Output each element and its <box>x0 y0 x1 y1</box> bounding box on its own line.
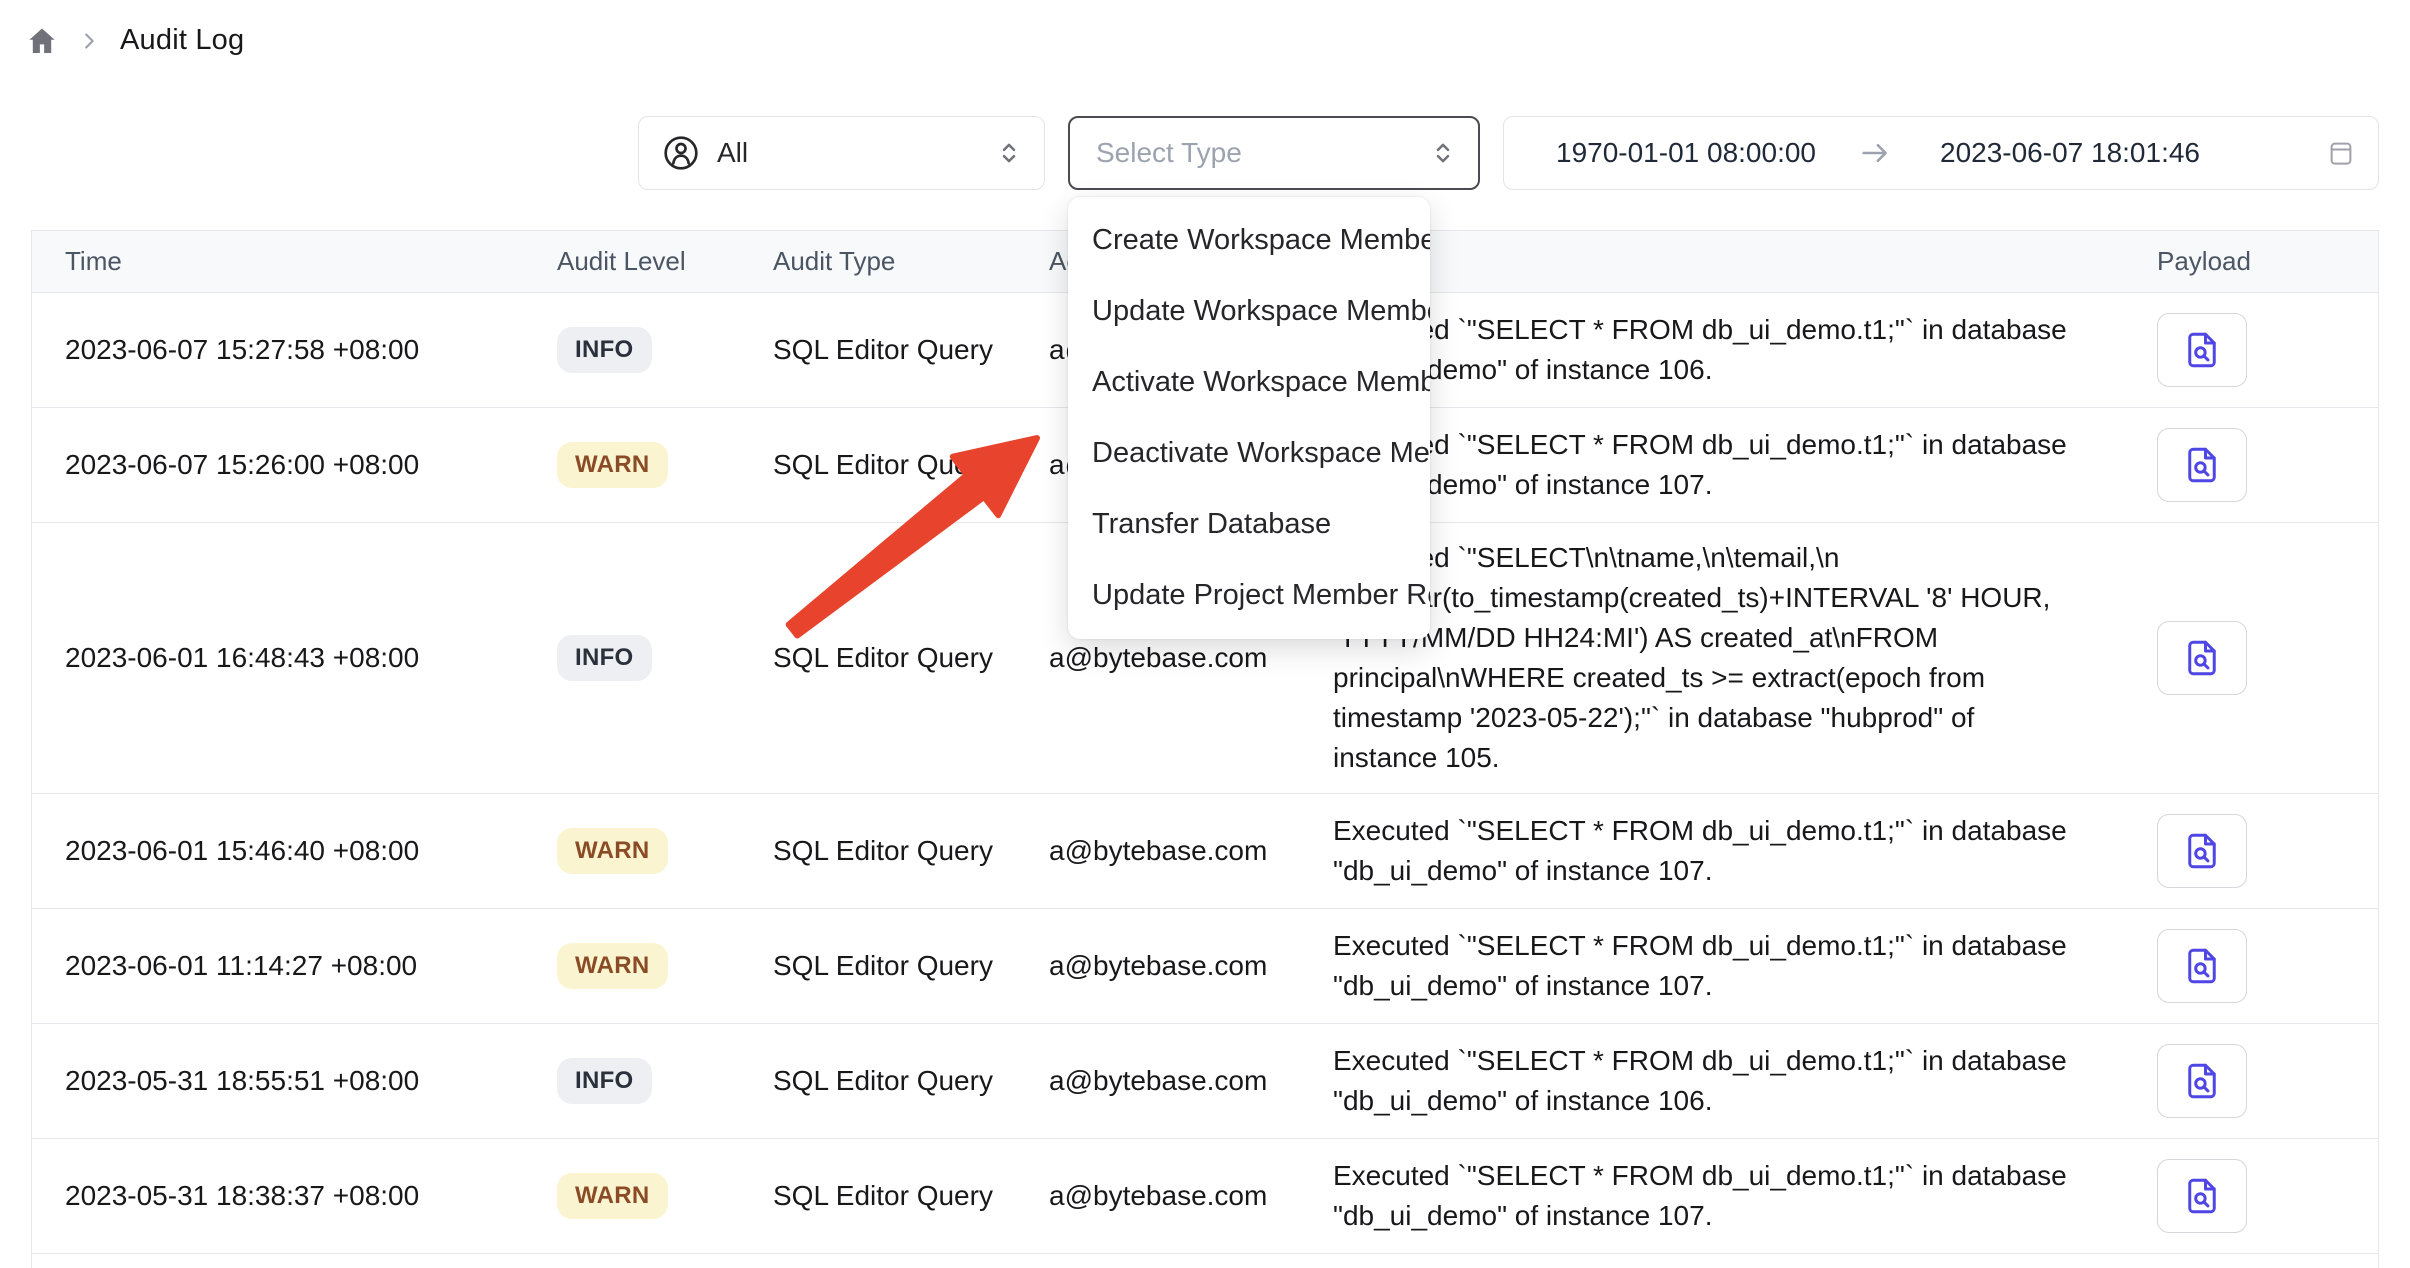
person-circle-icon <box>661 133 701 173</box>
file-search-icon <box>2181 1060 2223 1102</box>
cell-audit-level: WARN <box>541 442 763 488</box>
dropdown-option[interactable]: Transfer Database <box>1068 489 1430 560</box>
file-search-icon <box>2181 830 2223 872</box>
file-search-icon <box>2181 444 2223 486</box>
calendar-icon <box>2326 138 2356 168</box>
table-row: 2023-05-31 18:38:37 +08:00 WARN SQL Edit… <box>32 1139 2378 1254</box>
cell-comment: Executed `"SELECT * FROM db_ui_demo.t1;"… <box>1319 811 2149 891</box>
actor-filter-value: All <box>717 137 994 169</box>
cell-comment: Executed `"SELECT * FROM db_ui_demo.t1;"… <box>1319 425 2149 505</box>
column-header-payload: Payload <box>2149 246 2378 277</box>
date-range-start[interactable]: 1970-01-01 08:00:00 <box>1556 137 1816 169</box>
audit-level-badge: INFO <box>557 327 652 373</box>
view-payload-button[interactable] <box>2157 1044 2247 1118</box>
cell-comment: Executed `"SELECT\n\tname,\n\temail,\n \… <box>1319 538 2149 778</box>
audit-level-badge: WARN <box>557 828 668 874</box>
home-icon[interactable] <box>26 25 58 57</box>
dropdown-option[interactable]: Deactivate Workspace Member <box>1068 418 1430 489</box>
cell-audit-type: SQL Editor Query <box>763 334 1043 366</box>
cell-comment: Executed `"SELECT * FROM db_ui_demo.t1;"… <box>1319 1156 2149 1236</box>
cell-time: 2023-06-01 15:46:40 +08:00 <box>32 835 541 867</box>
cell-audit-level: WARN <box>541 1173 763 1219</box>
cell-comment: Executed `"SELECT * FROM db_ui_demo.t1;"… <box>1319 310 2149 390</box>
cell-audit-type: SQL Editor Query <box>763 1065 1043 1097</box>
cell-audit-type: SQL Editor Query <box>763 950 1043 982</box>
cell-actor: a@bytebase.com <box>1043 1065 1319 1097</box>
dropdown-option[interactable]: Update Workspace Member <box>1068 276 1430 347</box>
cell-audit-type: SQL Editor Query <box>763 1180 1043 1212</box>
cell-audit-type: SQL Editor Query <box>763 449 1043 481</box>
table-row: 2023-06-01 15:46:40 +08:00 WARN SQL Edit… <box>32 794 2378 909</box>
view-payload-button[interactable] <box>2157 929 2247 1003</box>
cell-time: 2023-05-31 18:38:37 +08:00 <box>32 1180 541 1212</box>
date-range-end[interactable]: 2023-06-07 18:01:46 <box>1940 137 2200 169</box>
cell-payload <box>2149 814 2378 888</box>
cell-time: 2023-06-07 15:27:58 +08:00 <box>32 334 541 366</box>
view-payload-button[interactable] <box>2157 428 2247 502</box>
cell-payload <box>2149 1159 2378 1233</box>
cell-time: 2023-06-01 16:48:43 +08:00 <box>32 642 541 674</box>
cell-payload <box>2149 313 2378 387</box>
dropdown-option[interactable]: Update Project Member Role <box>1068 560 1430 631</box>
arrow-right-icon <box>1858 136 1892 170</box>
cell-audit-type: SQL Editor Query <box>763 642 1043 674</box>
type-filter-select[interactable]: Select Type <box>1068 116 1480 190</box>
table-row: 2023-05-31 18:55:51 +08:00 INFO SQL Edit… <box>32 1024 2378 1139</box>
page-title: Audit Log <box>120 24 244 57</box>
cell-payload <box>2149 1044 2378 1118</box>
cell-audit-level: INFO <box>541 327 763 373</box>
audit-level-badge: WARN <box>557 943 668 989</box>
cell-actor: a@bytebase.com <box>1043 642 1319 674</box>
column-header-level: Audit Level <box>541 246 763 277</box>
view-payload-button[interactable] <box>2157 814 2247 888</box>
view-payload-button[interactable] <box>2157 313 2247 387</box>
cell-comment: Executed `"SELECT * FROM db_ui_demo.t1;"… <box>1319 1041 2149 1121</box>
cell-audit-level: INFO <box>541 1058 763 1104</box>
type-select-dropdown: Create Workspace Member Update Workspace… <box>1068 197 1430 639</box>
cell-time: 2023-06-01 11:14:27 +08:00 <box>32 950 541 982</box>
breadcrumb: Audit Log <box>26 24 244 57</box>
cell-payload <box>2149 428 2378 502</box>
audit-level-badge: WARN <box>557 1173 668 1219</box>
cell-audit-level: WARN <box>541 943 763 989</box>
file-search-icon <box>2181 1175 2223 1217</box>
column-header-type: Audit Type <box>763 246 1043 277</box>
file-search-icon <box>2181 945 2223 987</box>
cell-audit-type: SQL Editor Query <box>763 835 1043 867</box>
audit-level-badge: INFO <box>557 1058 652 1104</box>
view-payload-button[interactable] <box>2157 621 2247 695</box>
updown-chevrons-icon <box>994 138 1024 168</box>
table-row: 2023-06-01 11:14:27 +08:00 WARN SQL Edit… <box>32 909 2378 1024</box>
cell-payload <box>2149 929 2378 1003</box>
cell-audit-level: WARN <box>541 828 763 874</box>
audit-level-badge: INFO <box>557 635 652 681</box>
cell-time: 2023-06-07 15:26:00 +08:00 <box>32 449 541 481</box>
file-search-icon <box>2181 637 2223 679</box>
file-search-icon <box>2181 329 2223 371</box>
dropdown-option[interactable]: Activate Workspace Member <box>1068 347 1430 418</box>
audit-level-badge: WARN <box>557 442 668 488</box>
cell-time: 2023-05-31 18:55:51 +08:00 <box>32 1065 541 1097</box>
updown-chevrons-icon <box>1428 138 1458 168</box>
date-range-picker[interactable]: 1970-01-01 08:00:00 2023-06-07 18:01:46 <box>1503 116 2379 190</box>
cell-audit-level: INFO <box>541 635 763 681</box>
column-header-time: Time <box>32 246 541 277</box>
filter-bar: All Select Type 1970-01-01 08:00:00 2023… <box>638 116 2379 190</box>
cell-comment: Executed `"SELECT * FROM db_ui_demo.t1;"… <box>1319 926 2149 1006</box>
chevron-right-icon <box>78 30 100 52</box>
view-payload-button[interactable] <box>2157 1159 2247 1233</box>
cell-actor: a@bytebase.com <box>1043 1180 1319 1212</box>
cell-actor: a@bytebase.com <box>1043 950 1319 982</box>
actor-filter-select[interactable]: All <box>638 116 1045 190</box>
cell-payload <box>2149 621 2378 695</box>
type-filter-placeholder: Select Type <box>1096 137 1428 169</box>
dropdown-option[interactable]: Create Workspace Member <box>1068 205 1430 276</box>
cell-actor: a@bytebase.com <box>1043 835 1319 867</box>
